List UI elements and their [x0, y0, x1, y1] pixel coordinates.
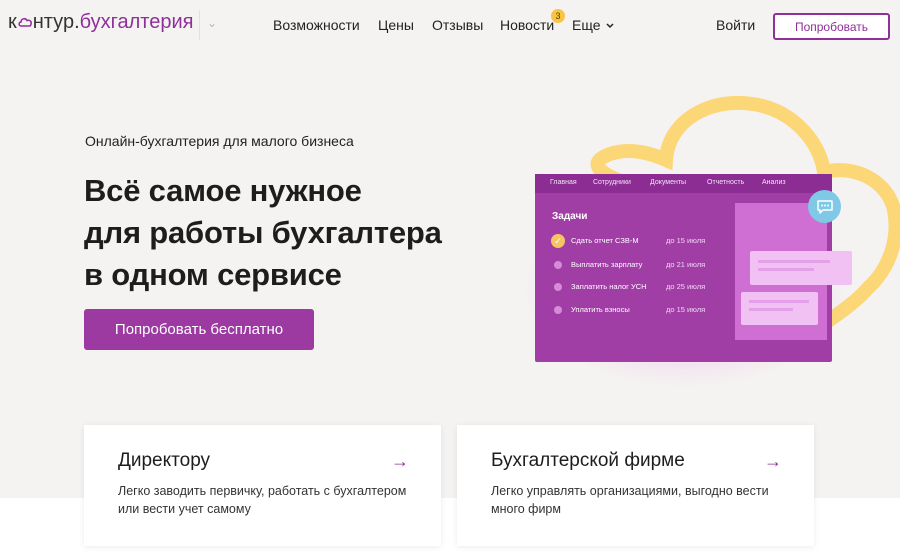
- logo-brand: бухгалтерия: [79, 11, 194, 33]
- card-director[interactable]: Директору → Легко заводить первичку, раб…: [84, 425, 441, 546]
- nav-more-label: Еще: [572, 17, 601, 33]
- news-count-badge: 3: [551, 9, 565, 23]
- task-name: Сдать отчет СЗВ-М: [571, 236, 639, 245]
- task-item: Уплатить взносы до 15 июля: [551, 303, 751, 317]
- logo-prefix: к: [8, 11, 17, 33]
- nav-item-prices[interactable]: Цены: [378, 17, 414, 33]
- task-due: до 15 июля: [666, 236, 706, 245]
- chevron-down-icon[interactable]: ⌄: [207, 16, 217, 30]
- app-preview-nav: Главная Сотрудники Документы Отчетность …: [535, 174, 832, 193]
- app-preview: Главная Сотрудники Документы Отчетность …: [535, 174, 852, 362]
- task-due: до 21 июля: [666, 260, 706, 269]
- headline-line: в одном сервисе: [84, 257, 342, 292]
- app-tab: Документы: [650, 179, 687, 186]
- task-due: до 25 июля: [666, 282, 706, 291]
- task-name: Выплатить зарплату: [571, 260, 643, 269]
- task-due: до 15 июля: [666, 305, 706, 314]
- logo-suffix: нтур.: [32, 11, 80, 33]
- arrow-right-icon[interactable]: →: [764, 451, 782, 472]
- tasks-title: Задачи: [552, 211, 588, 222]
- hero-subtitle: Онлайн-бухгалтерия для малого бизнеса: [85, 133, 354, 149]
- headline-line: для работы бухгалтера: [84, 215, 442, 250]
- checkmark-icon: ✓: [551, 234, 565, 248]
- app-tab: Отчетность: [707, 179, 745, 186]
- card-description: Легко заводить первичку, работать с бухг…: [118, 484, 407, 516]
- cloud-logo-icon: [18, 16, 32, 28]
- app-tab: Сотрудники: [593, 179, 631, 186]
- task-item: ✓ Сдать отчет СЗВ-М до 15 июля: [551, 234, 751, 248]
- arrow-right-icon[interactable]: →: [391, 451, 409, 472]
- logo-divider: [199, 10, 200, 40]
- chevron-down-icon: [606, 23, 614, 29]
- try-free-button[interactable]: Попробовать бесплатно: [84, 309, 314, 350]
- chat-icon: [808, 190, 841, 223]
- nav-item-news[interactable]: Новости: [500, 17, 554, 33]
- pending-dot-icon: [554, 261, 562, 269]
- logo[interactable]: к нтур. бухгалтерия: [8, 11, 194, 34]
- app-tab: Анализ: [762, 179, 786, 186]
- hero-headline: Всё самое нужное для работы бухгалтера в…: [84, 170, 504, 296]
- task-item: Выплатить зарплату до 21 июля: [551, 258, 751, 272]
- card-description: Легко управлять организациями, выгодно в…: [491, 484, 769, 516]
- pending-dot-icon: [554, 306, 562, 314]
- pending-dot-icon: [554, 283, 562, 291]
- card-accounting-firm[interactable]: Бухгалтерской фирме → Легко управлять ор…: [457, 425, 814, 546]
- card-title: Бухгалтерской фирме: [491, 450, 685, 471]
- message-bubble: [741, 292, 818, 325]
- task-item: Заплатить налог УСН до 25 июля: [551, 280, 751, 294]
- card-title: Директору: [118, 450, 211, 471]
- nav-item-more[interactable]: Еще: [572, 17, 614, 33]
- task-name: Уплатить взносы: [571, 305, 630, 314]
- try-button[interactable]: Попробовать: [773, 13, 890, 40]
- nav-item-features[interactable]: Возможности: [273, 17, 360, 33]
- nav-item-reviews[interactable]: Отзывы: [432, 17, 483, 33]
- message-bubble: [750, 251, 852, 285]
- top-header: к нтур. бухгалтерия ⌄ Возможности Цены О…: [0, 0, 900, 52]
- login-link[interactable]: Войти: [716, 17, 755, 33]
- app-tab: Главная: [550, 179, 577, 186]
- task-name: Заплатить налог УСН: [571, 282, 647, 291]
- headline-line: Всё самое нужное: [84, 173, 362, 208]
